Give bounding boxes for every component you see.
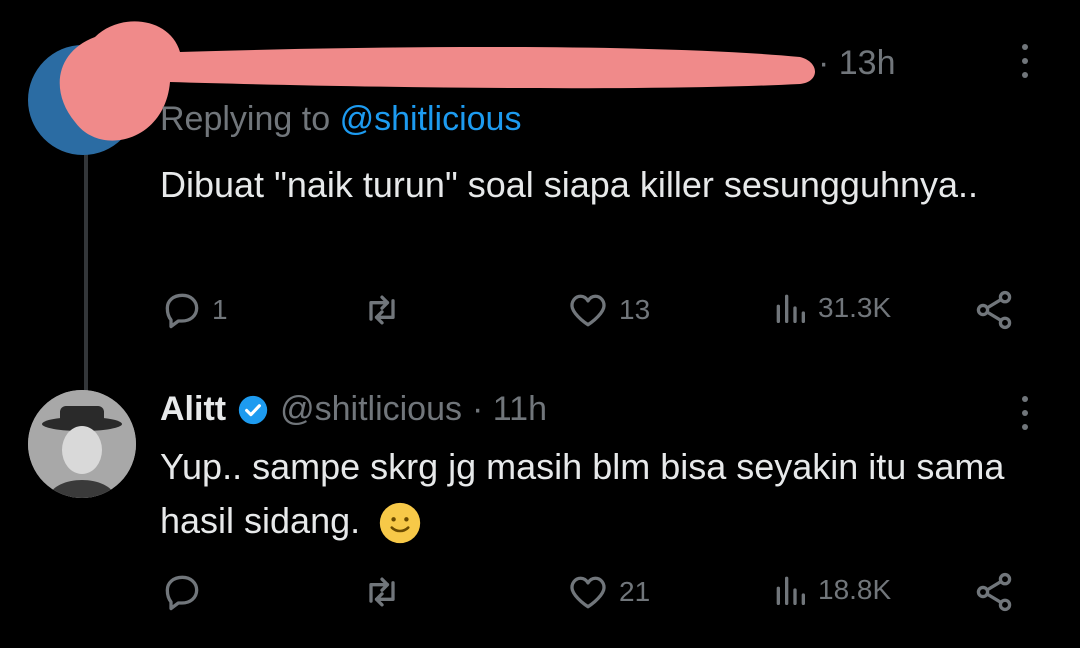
tweet-2-actions: 21 18.8K — [160, 570, 1030, 620]
reply-icon — [165, 575, 199, 611]
tweet-2-body: Yup.. sampe skrg jg masih blm bisa seyak… — [160, 440, 1020, 548]
tweet-1-time[interactable]: · 13h — [818, 44, 896, 82]
share-button[interactable] — [972, 288, 1016, 332]
replying-handle-link[interactable]: @shitlicious — [340, 100, 522, 138]
share-icon — [976, 290, 1012, 330]
views-icon — [776, 294, 805, 323]
reply-count: 1 — [212, 294, 228, 325]
reply-button[interactable]: 1 — [160, 288, 228, 332]
display-name[interactable]: Alitt — [160, 390, 226, 429]
retweet-icon — [369, 295, 395, 325]
verified-badge-icon — [238, 395, 268, 424]
retweet-icon — [369, 577, 395, 607]
like-button[interactable]: 13 — [565, 288, 650, 332]
reply-button[interactable] — [160, 570, 212, 614]
tweet-1-text: Dibuat "naik turun" soal siapa killer se… — [160, 164, 979, 205]
share-icon — [976, 572, 1012, 612]
user-handle[interactable]: @shitlicious — [280, 390, 462, 429]
views-count: 31.3K — [818, 292, 892, 323]
tweet-2-text: Yup.. sampe skrg jg masih blm bisa seyak… — [160, 446, 1005, 541]
tweet-2-header: Alitt @shitlicious · 11h — [160, 390, 547, 429]
thread-connector-line — [84, 140, 88, 395]
tweet-1-actions: 1 13 31.3K — [160, 288, 1030, 338]
like-button[interactable]: 21 — [565, 570, 650, 614]
replying-to: Replying to @shitlicious — [160, 100, 521, 139]
share-button[interactable] — [972, 570, 1016, 614]
replying-prefix: Replying to — [160, 100, 331, 138]
views-count: 18.8K — [818, 574, 892, 605]
views-button[interactable]: 18.8K — [770, 570, 891, 610]
more-icon[interactable] — [1022, 396, 1032, 430]
heart-icon — [570, 576, 606, 609]
retweet-button[interactable] — [360, 288, 412, 332]
avatar-image — [28, 390, 136, 498]
more-icon[interactable] — [1022, 44, 1032, 78]
tweet-1-header: · 13h — [818, 44, 896, 83]
reply-icon — [165, 293, 199, 329]
retweet-button[interactable] — [360, 570, 412, 614]
slightly-smiling-face-icon — [379, 503, 421, 544]
heart-icon — [570, 294, 606, 327]
views-button[interactable]: 31.3K — [770, 288, 891, 328]
tweet-2-time[interactable]: · 11h — [472, 390, 547, 429]
like-count: 13 — [619, 294, 651, 325]
avatar-tweet-2[interactable] — [28, 390, 136, 498]
views-icon — [776, 576, 805, 605]
like-count: 21 — [619, 576, 651, 607]
